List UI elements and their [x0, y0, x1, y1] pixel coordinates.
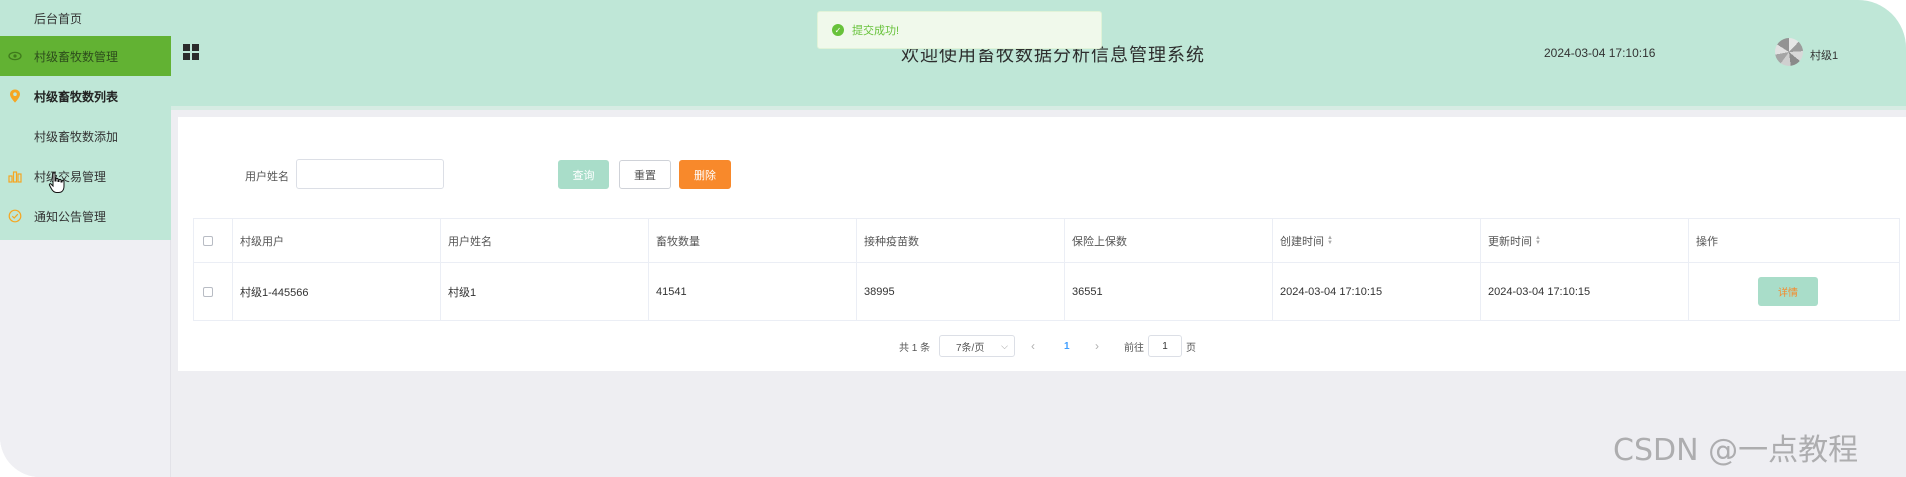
column-header-sortable[interactable]: 创建时间 ▲ ▼ — [1273, 219, 1481, 262]
search-label: 用户姓名 — [245, 171, 289, 183]
sidebar-item-label: 村级畜牧数管理 — [34, 49, 119, 64]
header-datetime: 2024-03-04 17:10:16 — [1544, 46, 1656, 60]
sidebar-item-livestock-list[interactable]: 村级畜牧数列表 — [0, 76, 171, 116]
page-suffix-label: 页 — [1186, 342, 1196, 354]
header-username[interactable]: 村级1 — [1810, 47, 1838, 63]
column-header-label: 更新时间 — [1488, 235, 1532, 248]
table-cell: 38995 — [857, 263, 1065, 320]
sort-icon[interactable]: ▲ ▼ — [1327, 235, 1333, 246]
column-header-label: 创建时间 — [1280, 235, 1324, 248]
column-header: 接种疫苗数 — [857, 219, 1065, 262]
page-number[interactable]: 1 — [1064, 335, 1070, 357]
eye-icon — [8, 49, 22, 63]
search-input[interactable] — [296, 159, 444, 189]
avatar[interactable] — [1775, 38, 1803, 66]
data-table: 村级用户 用户姓名 畜牧数量 接种疫苗数 保险上保数 创建时间 ▲ ▼ 更新时间 … — [193, 218, 1900, 321]
goto-label: 前往 — [1124, 342, 1144, 354]
table-cell: 2024-03-04 17:10:15 — [1273, 263, 1481, 320]
select-all-cell — [194, 219, 233, 262]
sort-icon[interactable]: ▲ ▼ — [1535, 235, 1541, 246]
sidebar-item-notice-management[interactable]: 通知公告管理 — [0, 196, 171, 236]
table-cell: 2024-03-04 17:10:15 — [1481, 263, 1689, 320]
delete-button[interactable]: 删除 — [679, 160, 731, 189]
pagination: 共 1 条 7条/页 ⌵ ‹ 1 › 前往 1 页 — [178, 335, 1906, 359]
grid-menu-icon[interactable] — [183, 44, 199, 60]
row-select-cell — [194, 263, 233, 320]
content-panel: 用户姓名 查询 重置 删除 村级用户 用户姓名 畜牧数量 接种疫苗数 保险上保数… — [178, 117, 1906, 371]
watermark: CSDN @一点教程 — [1613, 433, 1859, 468]
check-circle-icon — [8, 209, 22, 223]
sidebar: 后台首页 村级畜牧数管理 村级畜牧数列表 村级畜牧数添加 村级交易管理 通知公告… — [0, 0, 171, 477]
table-cell: 村级1 — [441, 263, 649, 320]
success-icon: ✓ — [832, 24, 844, 36]
page-size-select[interactable]: 7条/页 ⌵ — [939, 335, 1015, 357]
table-row: 村级1-445566 村级1 41541 38995 36551 2024-03… — [194, 263, 1899, 320]
column-header: 畜牧数量 — [649, 219, 857, 262]
column-header: 用户姓名 — [441, 219, 649, 262]
goto-page-input[interactable]: 1 — [1148, 335, 1182, 357]
location-icon — [8, 89, 22, 103]
column-header: 保险上保数 — [1065, 219, 1273, 262]
page-size-value: 7条/页 — [956, 342, 985, 354]
success-toast: ✓ 提交成功! — [817, 11, 1102, 49]
table-cell: 41541 — [649, 263, 857, 320]
sidebar-item-trade-management[interactable]: 村级交易管理 — [0, 156, 171, 196]
app-frame: 后台首页 村级畜牧数管理 村级畜牧数列表 村级畜牧数添加 村级交易管理 通知公告… — [0, 0, 1906, 477]
prev-page-icon[interactable]: ‹ — [1031, 335, 1035, 357]
sidebar-item-label: 村级畜牧数添加 — [34, 129, 119, 144]
column-header: 村级用户 — [233, 219, 441, 262]
sidebar-item-livestock-add[interactable]: 村级畜牧数添加 — [0, 116, 171, 156]
next-page-icon[interactable]: › — [1095, 335, 1099, 357]
sidebar-menu: 后台首页 村级畜牧数管理 村级畜牧数列表 村级畜牧数添加 村级交易管理 通知公告… — [0, 0, 171, 240]
sidebar-item-label: 后台首页 — [34, 11, 83, 26]
pagination-total: 共 1 条 — [899, 342, 931, 354]
action-cell: 详情 — [1689, 263, 1899, 320]
detail-button[interactable]: 详情 — [1758, 277, 1818, 306]
table-cell: 村级1-445566 — [233, 263, 441, 320]
select-all-checkbox[interactable] — [203, 235, 213, 246]
query-button[interactable]: 查询 — [558, 160, 609, 189]
table-header-row: 村级用户 用户姓名 畜牧数量 接种疫苗数 保险上保数 创建时间 ▲ ▼ 更新时间 … — [194, 219, 1899, 263]
sidebar-item-livestock-management[interactable]: 村级畜牧数管理 — [0, 36, 171, 76]
toast-message: 提交成功! — [852, 25, 900, 37]
sidebar-item-label: 村级畜牧数列表 — [34, 89, 119, 104]
hand-cursor-icon — [48, 172, 65, 193]
chevron-down-icon: ⌵ — [1001, 340, 1008, 351]
reset-button[interactable]: 重置 — [619, 160, 671, 189]
row-checkbox[interactable] — [203, 286, 213, 297]
sidebar-item-home[interactable]: 后台首页 — [0, 0, 171, 36]
bar-chart-icon — [8, 169, 22, 183]
column-header: 操作 — [1696, 235, 1718, 248]
sidebar-item-label: 通知公告管理 — [34, 209, 107, 224]
table-cell: 36551 — [1065, 263, 1273, 320]
column-header-sortable[interactable]: 更新时间 ▲ ▼ — [1481, 219, 1689, 262]
sidebar-item-label: 村级交易管理 — [34, 169, 107, 184]
